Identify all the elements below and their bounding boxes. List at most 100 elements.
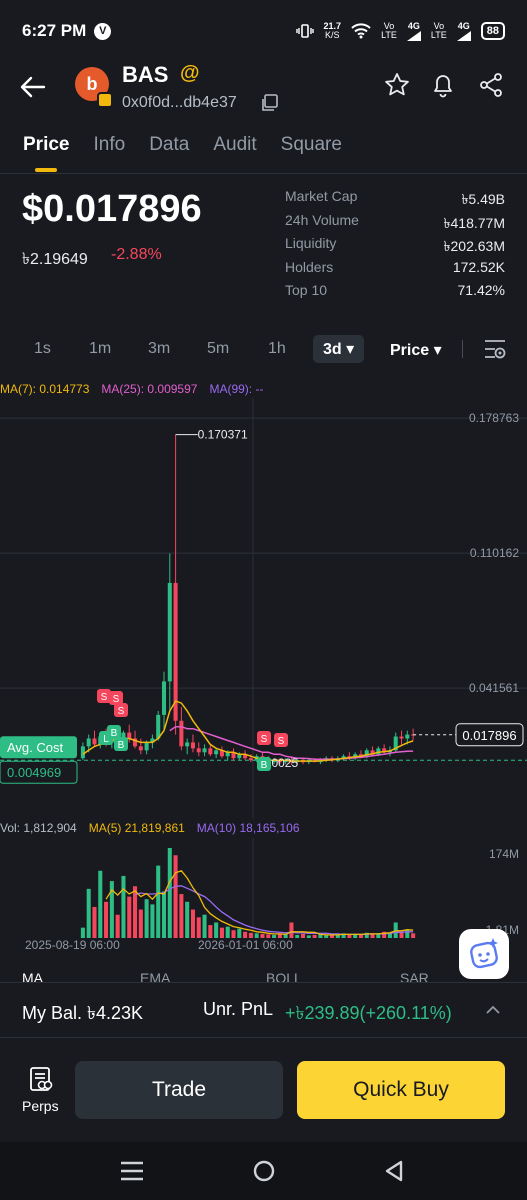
candle-body <box>138 746 143 751</box>
interval-1h[interactable]: 1h <box>268 340 286 358</box>
volume-bar <box>185 901 190 938</box>
volume-tick-label: 174M <box>489 847 519 861</box>
sim2-volte: Vo LTE <box>430 21 447 40</box>
tab-price[interactable]: Price <box>23 126 69 172</box>
tab-data[interactable]: Data <box>149 126 189 166</box>
volume-bar <box>138 909 143 938</box>
stat-top10: Top 10 71.42% <box>285 282 505 298</box>
price-usd: $0.017896 <box>22 188 202 230</box>
signal-icon <box>456 30 471 41</box>
volume-bar <box>98 870 103 938</box>
current-price-label: 0.017896 <box>462 728 516 743</box>
perps-icon[interactable] <box>28 1066 54 1092</box>
trade-marker-label: S <box>261 734 268 745</box>
volume-bar <box>312 934 317 938</box>
recent-apps-icon[interactable] <box>119 1161 145 1181</box>
indicator-boll[interactable]: BOLL <box>266 970 302 982</box>
interval-1m[interactable]: 1m <box>89 340 111 358</box>
interval-1s[interactable]: 1s <box>34 340 51 358</box>
battery-icon: 88 <box>480 22 505 40</box>
detail-tabs: Price Info Data Audit Square <box>0 126 527 174</box>
star-icon[interactable] <box>384 72 410 98</box>
y-tick-label: 0.178763 <box>469 411 519 425</box>
tab-audit[interactable]: Audit <box>213 126 256 166</box>
price-local: ৳2.19649 <box>22 251 88 268</box>
indicator-ema[interactable]: EMA <box>140 970 170 982</box>
balance-bar[interactable]: My Bal. ৳4.23K Unr. PnL +৳239.89(+260.11… <box>0 982 527 1038</box>
quick-buy-button[interactable]: Quick Buy <box>297 1061 505 1119</box>
volume-bar <box>214 922 219 938</box>
candle-body <box>405 734 410 739</box>
candle-body <box>80 746 85 759</box>
candle-body <box>156 714 161 739</box>
volume-bar <box>190 909 195 938</box>
trade-marker-label: S <box>118 706 125 717</box>
trade-button[interactable]: Trade <box>75 1061 283 1119</box>
candle-body <box>161 681 167 715</box>
candle-body <box>127 732 132 739</box>
price-mode-dropdown[interactable]: Price ▾ <box>390 340 442 360</box>
volume-bar <box>324 935 329 938</box>
trade-marker-label: S <box>101 692 108 703</box>
interval-5m[interactable]: 5m <box>207 340 229 358</box>
candle-body <box>92 738 97 745</box>
back-triangle-icon[interactable] <box>383 1159 405 1183</box>
bell-icon[interactable] <box>430 72 456 98</box>
status-bar: 6:27 PM V 21.7 K/S Vo LTE 4G Vo LTE 4G 88 <box>0 0 527 62</box>
home-icon[interactable] <box>252 1159 276 1183</box>
trade-marker-label: B <box>261 760 268 771</box>
chart-settings-icon[interactable] <box>483 338 507 360</box>
my-balance: My Bal. ৳4.23K <box>22 1003 144 1023</box>
volume-bar <box>173 855 178 938</box>
ai-assistant-icon[interactable] <box>459 929 509 979</box>
stat-market-cap: Market Cap ৳5.49B <box>285 188 505 207</box>
unrealized-pnl-label: Unr. PnL <box>203 999 274 1019</box>
candle-body <box>202 748 207 753</box>
volume-bar <box>237 928 242 938</box>
share-icon[interactable] <box>478 72 504 98</box>
volume-bar <box>115 914 120 938</box>
stat-liquidity: Liquidity ৳202.63M <box>285 235 505 254</box>
contract-address[interactable]: 0x0f0d...db4e37 <box>122 94 237 112</box>
stat-holders: Holders 172.52K <box>285 258 505 275</box>
price-chart[interactable]: 0.1787630.1101620.0415610.1703710.00250.… <box>0 378 527 818</box>
indicator-sar[interactable]: SAR <box>400 970 429 982</box>
candle-body <box>167 582 172 682</box>
trade-marker-label: B <box>118 740 125 751</box>
ma99-legend: MA(99): -- <box>209 382 264 396</box>
volume-bar <box>86 888 91 938</box>
copy-icon[interactable] <box>260 94 278 112</box>
interval-bar: 1s 1m 3m 5m 1h 3d ▾ Price ▾ <box>0 330 527 368</box>
perps-label[interactable]: Perps <box>22 1098 59 1114</box>
tab-square[interactable]: Square <box>281 126 342 166</box>
volume-bar <box>202 914 207 938</box>
volume-bar <box>150 904 155 938</box>
volume-bar <box>208 925 213 938</box>
trade-marker-label: S <box>278 736 285 747</box>
interval-3d[interactable]: 3d ▾ <box>313 335 365 363</box>
wifi-icon <box>351 23 371 39</box>
volume-bar <box>161 891 167 938</box>
candle-body <box>86 738 91 747</box>
ma-legend: MA(7): 0.014773 MA(25): 0.009597 MA(99): -… <box>0 382 263 396</box>
interval-3m[interactable]: 3m <box>148 340 170 358</box>
high-price-label: 0.170371 <box>198 428 248 442</box>
volume-bar <box>231 930 236 938</box>
volume-chart[interactable]: 174M1.81M <box>0 838 527 938</box>
tab-info[interactable]: Info <box>93 126 125 166</box>
signal-icon <box>406 30 421 41</box>
divider <box>462 340 463 358</box>
ma25-legend: MA(25): 0.009597 <box>101 382 198 396</box>
indicator-ma[interactable]: MA <box>22 970 43 982</box>
volume-bar <box>121 875 126 938</box>
avg-cost-label: Avg. Cost <box>7 740 64 755</box>
volume-bar <box>295 934 300 938</box>
avg-cost-value: 0.004969 <box>7 765 61 780</box>
back-arrow-icon[interactable] <box>18 72 48 102</box>
action-bar: Perps Trade Quick Buy <box>0 1040 527 1142</box>
chevron-up-icon[interactable] <box>484 1001 502 1019</box>
volume-bar <box>219 927 224 938</box>
candle-body <box>208 748 213 755</box>
volume-bar <box>127 896 132 938</box>
candle-body <box>248 758 253 761</box>
